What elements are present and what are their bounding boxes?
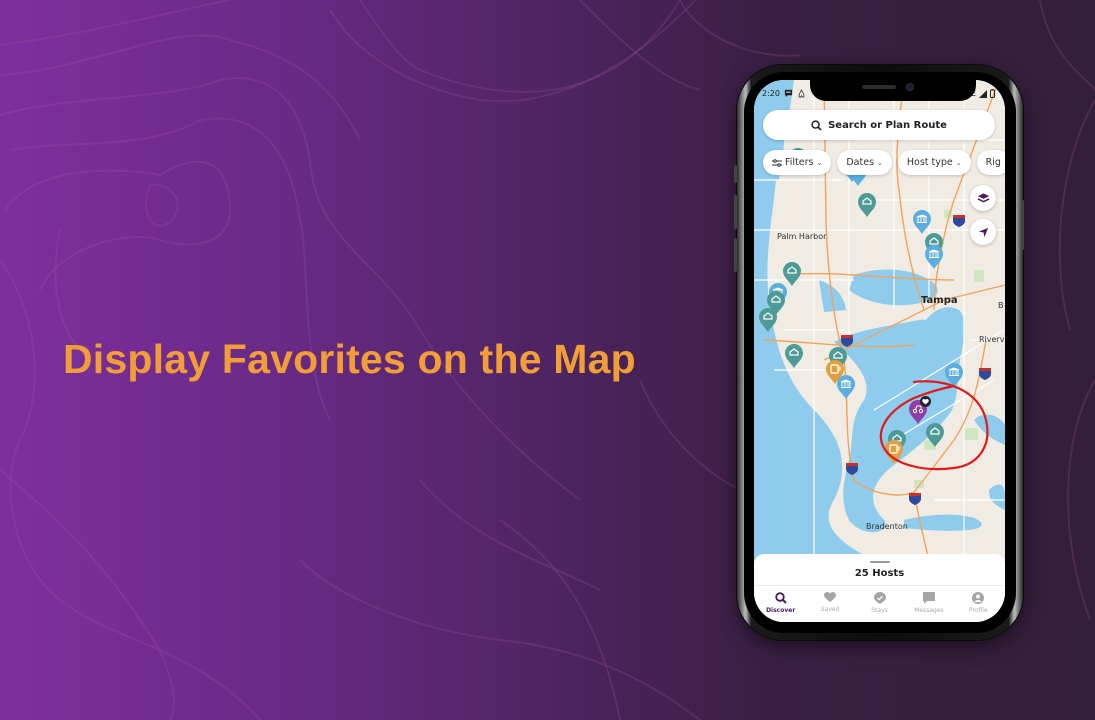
chevron-down-icon: ⌄ xyxy=(955,158,962,167)
person-icon xyxy=(972,592,985,604)
poi-pin[interactable] xyxy=(945,363,963,387)
search-icon xyxy=(775,592,787,604)
chevron-down-icon: ⌄ xyxy=(816,158,823,167)
tab-messages[interactable]: Messages xyxy=(904,586,953,622)
filter-chips: Filters ⌄ Dates ⌄ Host type ⌄ Rig xyxy=(763,150,1005,175)
headline: Display Favorites on the Map xyxy=(63,336,636,382)
search-icon xyxy=(811,119,822,131)
battery-icon xyxy=(990,89,995,98)
tab-label: Saved xyxy=(820,606,840,613)
chat-icon xyxy=(922,592,935,604)
tab-discover[interactable]: Discover xyxy=(756,586,805,622)
phone-screen: Palm Harbor Tampa B Rivervi Bradenton 2:… xyxy=(754,80,1005,622)
sheet-drag-handle[interactable] xyxy=(870,561,890,563)
poi-pin[interactable] xyxy=(913,210,931,234)
tab-label: Profile xyxy=(969,607,988,614)
host-pin[interactable] xyxy=(785,344,803,368)
tab-bar: Discover Saved Stays Messages Profile xyxy=(754,585,1005,622)
filter-chip-dates[interactable]: Dates ⌄ xyxy=(837,150,892,175)
chevron-down-icon: ⌄ xyxy=(877,158,883,167)
phone-side-button xyxy=(734,165,737,183)
airbnb-icon xyxy=(798,89,805,98)
poi-pin[interactable] xyxy=(837,375,855,399)
sliders-icon xyxy=(772,158,782,167)
filter-chip-rig[interactable]: Rig xyxy=(976,150,1005,175)
phone-volume-down xyxy=(734,238,737,272)
heart-icon xyxy=(922,398,929,404)
tab-label: Messages xyxy=(914,607,944,614)
favorite-heart-badge xyxy=(920,396,931,407)
message-icon xyxy=(784,89,793,98)
filter-chip-filters[interactable]: Filters ⌄ xyxy=(763,150,832,175)
map-label-riverview: Rivervi xyxy=(979,335,1005,344)
status-time: 2:20 xyxy=(762,89,780,98)
favorite-host-pin[interactable] xyxy=(909,396,931,424)
phone-speaker xyxy=(862,85,896,89)
tab-saved[interactable]: Saved xyxy=(805,586,854,622)
check-badge-icon xyxy=(873,592,886,604)
layers-icon xyxy=(977,193,989,203)
tab-label: Discover xyxy=(766,607,796,614)
brewery-pin[interactable] xyxy=(885,440,903,464)
search-bar[interactable]: Search or Plan Route xyxy=(763,110,995,140)
navigation-arrow-icon xyxy=(978,227,988,237)
phone-camera xyxy=(906,83,914,91)
status-bar-left: 2:20 xyxy=(762,89,806,98)
map-label-tampa: Tampa xyxy=(921,295,958,306)
signal-icon xyxy=(979,89,987,98)
map-label-bradenton: Bradenton xyxy=(866,522,908,531)
filter-chip-label: Host type xyxy=(906,157,953,168)
tab-label: Stays xyxy=(871,607,888,614)
map-label-b: B xyxy=(998,301,1004,310)
host-pin[interactable] xyxy=(926,423,944,447)
phone-power-button xyxy=(1021,200,1024,250)
locate-button[interactable] xyxy=(970,219,996,245)
search-label: Search or Plan Route xyxy=(828,119,947,131)
host-pin[interactable] xyxy=(759,308,777,332)
heart-icon xyxy=(824,592,837,602)
phone-volume-up xyxy=(734,195,737,229)
tab-stays[interactable]: Stays xyxy=(855,586,904,622)
filter-chip-label: Dates xyxy=(846,157,875,168)
hosts-count: 25 Hosts xyxy=(854,568,905,579)
map-label-palm-harbor: Palm Harbor xyxy=(777,232,827,241)
layers-button[interactable] xyxy=(970,185,996,211)
phone-notch xyxy=(810,80,976,101)
poi-pin[interactable] xyxy=(925,245,943,269)
filter-chip-label: Filters xyxy=(785,157,814,168)
filter-chip-label: Rig xyxy=(985,157,1001,168)
tab-profile[interactable]: Profile xyxy=(954,586,1003,622)
filter-chip-host-type[interactable]: Host type ⌄ xyxy=(897,150,971,175)
host-pin[interactable] xyxy=(858,193,876,217)
